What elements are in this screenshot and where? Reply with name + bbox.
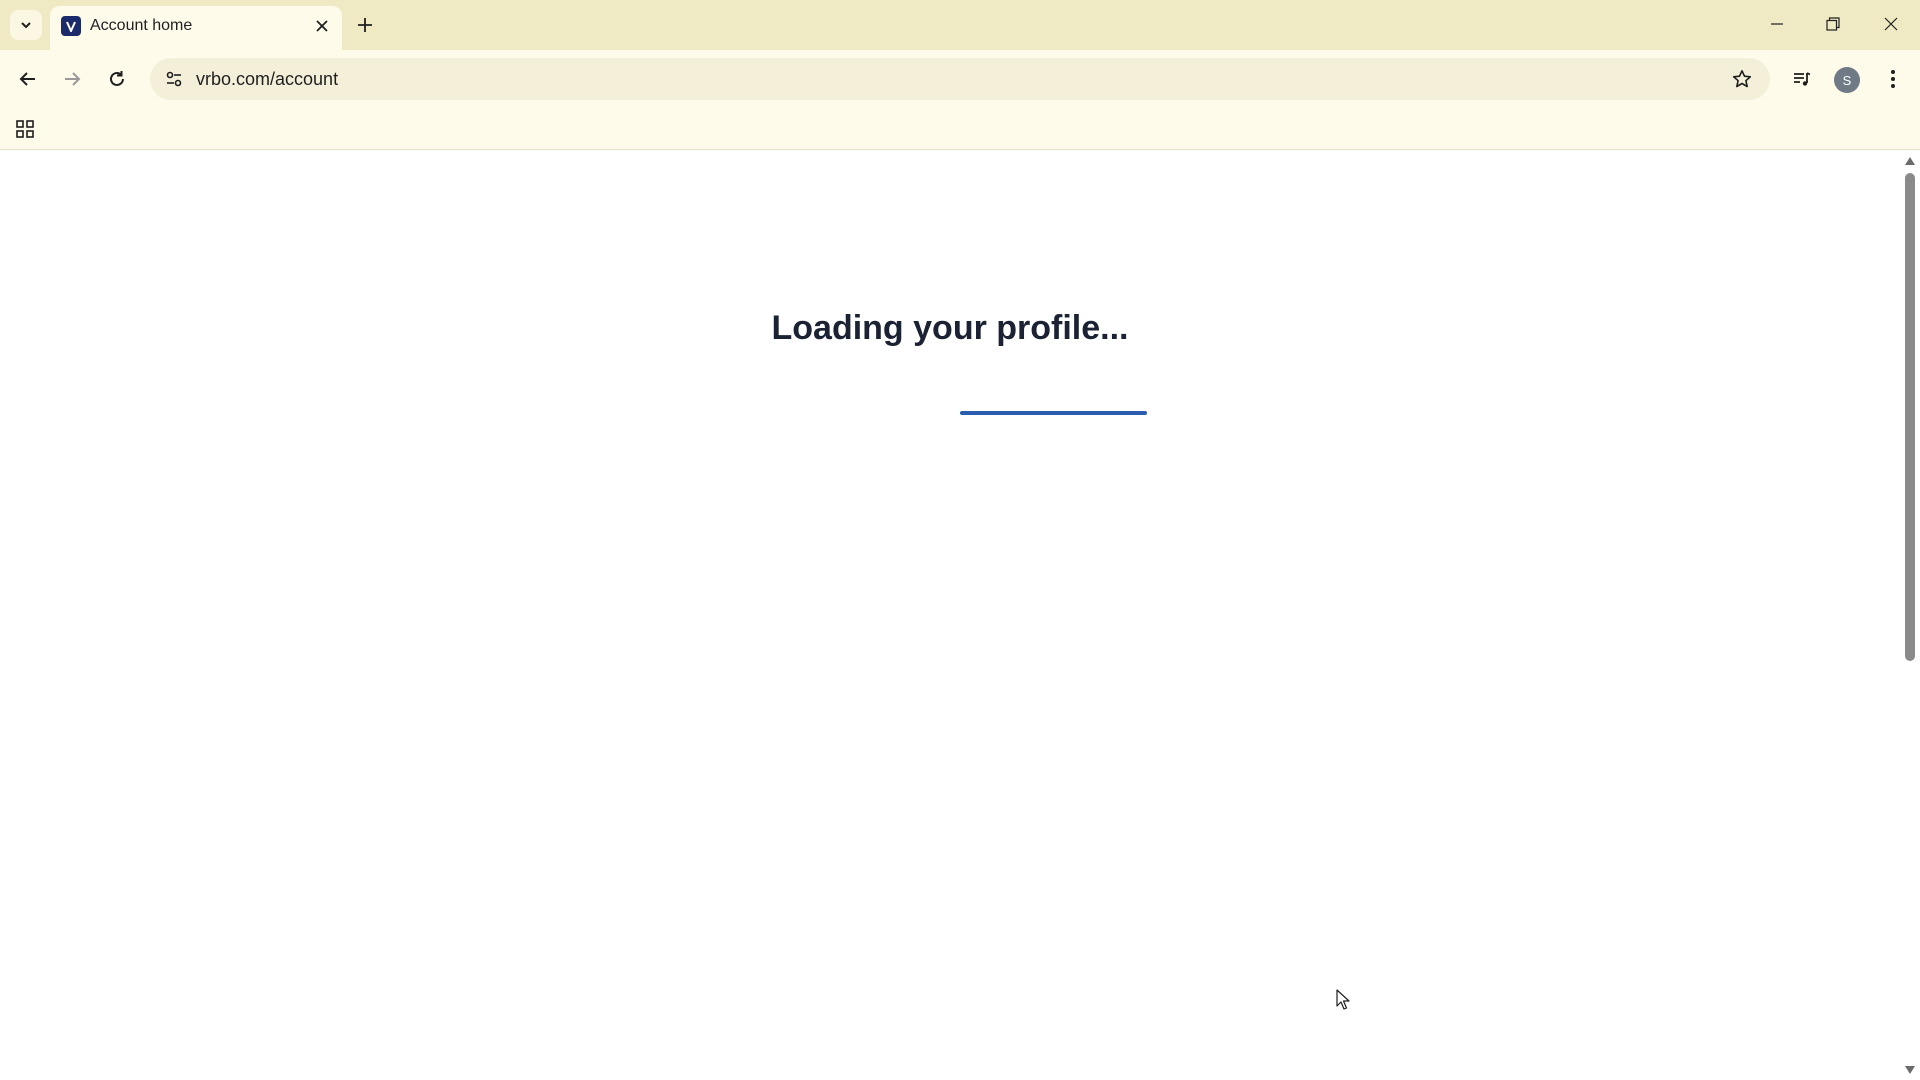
browser-toolbar: vrbo.com/account S [0, 50, 1920, 108]
scrollbar-thumb[interactable] [1905, 173, 1915, 661]
loading-progress-bar [960, 411, 1147, 415]
scroll-down-button[interactable] [1904, 1064, 1916, 1076]
back-button[interactable] [10, 61, 46, 97]
minimize-icon [1771, 23, 1783, 25]
reload-icon [110, 71, 124, 86]
arrow-left-icon [19, 72, 35, 86]
new-tab-button[interactable] [350, 10, 380, 40]
vrbo-favicon-icon [61, 16, 81, 36]
triangle-down-icon [1905, 1066, 1915, 1074]
page-content: Loading your profile... [0, 151, 1900, 1080]
reload-button[interactable] [99, 61, 135, 97]
star-icon [1732, 70, 1752, 88]
close-icon [1884, 17, 1898, 31]
apps-button[interactable] [10, 114, 40, 144]
restore-button[interactable] [1811, 6, 1855, 42]
url-text[interactable]: vrbo.com/account [196, 69, 338, 90]
window-close-button[interactable] [1869, 6, 1913, 42]
profile-avatar[interactable]: S [1834, 67, 1860, 93]
more-vertical-icon [1891, 70, 1895, 88]
bookmark-star-button[interactable] [1726, 63, 1758, 95]
grid-icon [16, 120, 34, 138]
chevron-down-icon [21, 22, 31, 29]
arrow-right-icon [65, 72, 81, 86]
mouse-cursor-icon [1336, 989, 1350, 1010]
tab-strip: Account home [0, 0, 1920, 50]
tune-icon [166, 71, 182, 87]
browser-menu-button[interactable] [1875, 61, 1911, 97]
site-info-button[interactable] [158, 63, 190, 95]
vertical-scrollbar[interactable] [1900, 151, 1920, 1080]
scroll-up-button[interactable] [1904, 155, 1916, 167]
restore-icon [1826, 17, 1840, 31]
media-controls-button[interactable] [1784, 61, 1820, 97]
loading-title: Loading your profile... [771, 309, 1129, 347]
tab-title: Account home [90, 17, 193, 34]
queue-music-icon [1794, 72, 1811, 86]
plus-icon [358, 18, 372, 32]
tab-search-button[interactable] [10, 10, 42, 40]
address-bar[interactable]: vrbo.com/account [150, 58, 1770, 100]
close-icon [316, 20, 328, 32]
active-tab[interactable]: Account home [50, 6, 342, 50]
tab-close-button[interactable] [310, 14, 334, 38]
minimize-button[interactable] [1755, 6, 1799, 42]
triangle-up-icon [1905, 157, 1915, 165]
forward-button[interactable] [54, 61, 90, 97]
bookmarks-bar [0, 108, 1920, 150]
